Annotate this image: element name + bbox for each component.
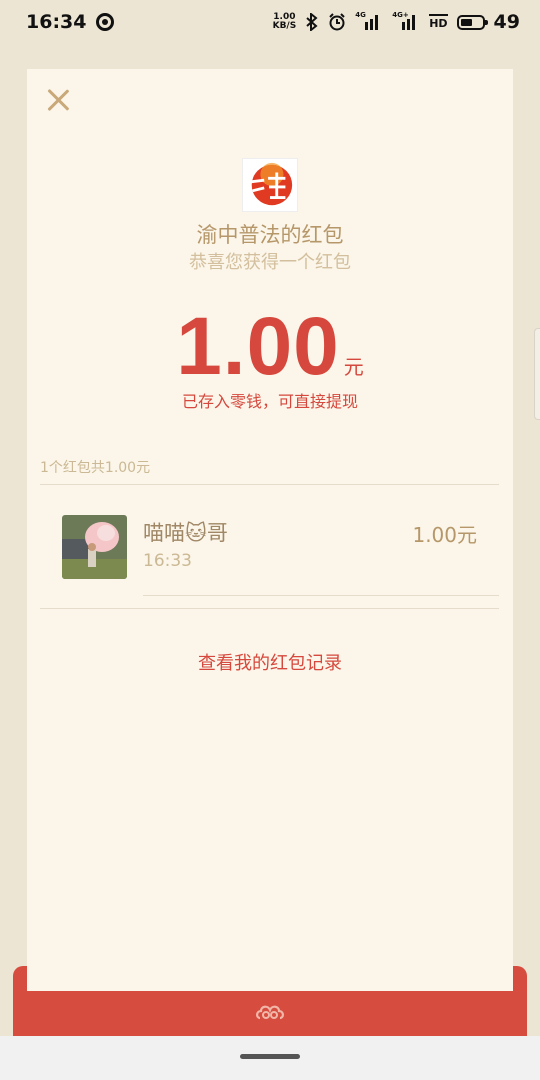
record-divider [143,595,499,596]
status-bar: 16:34 1.00 KB/S 4G 4G+ HD 49 [0,0,540,44]
card-scalloped-edge [27,985,513,995]
avatar [62,515,127,579]
summary-divider [40,484,499,485]
packet-summary: 1个红包共1.00元 [40,460,151,476]
alarm-icon [328,13,346,31]
record-amount: 1.00元 [412,523,477,547]
close-button[interactable] [46,88,70,112]
hotspot-icon [96,13,115,31]
battery-level: 49 [493,11,520,33]
signal-2-label: 4G+ [392,11,409,19]
record-name: 喵喵🐱哥 [143,521,228,545]
hd-badge: HD [429,14,448,30]
signal-icon-2: 4G+ [392,11,420,30]
amount-display: 1.00 元 [0,300,540,394]
network-speed: 1.00 KB/S [273,13,297,31]
amount-value: 1.00 [176,301,340,392]
view-history-link[interactable]: 查看我的红包记录 [0,649,540,675]
sender-logo [242,158,298,212]
record-time: 16:33 [143,551,192,571]
deposit-note[interactable]: 已存入零钱，可直接提现 [0,388,540,412]
signal-1-label: 4G [355,11,366,19]
signal-icon-1: 4G [355,11,383,30]
status-time: 16:34 [26,11,87,33]
network-speed-unit: KB/S [272,21,297,31]
sender-title: 渝中普法的红包 [196,223,344,247]
cloud-ornament-icon [256,1005,284,1020]
navigation-bar [0,1036,540,1080]
battery-icon [456,14,488,30]
status-icons: 1.00 KB/S 4G 4G+ HD 49 [273,11,520,33]
bluetooth-icon [305,13,319,31]
amount-unit: 元 [343,355,364,379]
home-indicator[interactable] [240,1054,300,1059]
edge-handle[interactable] [534,328,540,420]
greeting-text: 恭喜您获得一个红包 [189,252,351,273]
list-divider [40,608,499,609]
